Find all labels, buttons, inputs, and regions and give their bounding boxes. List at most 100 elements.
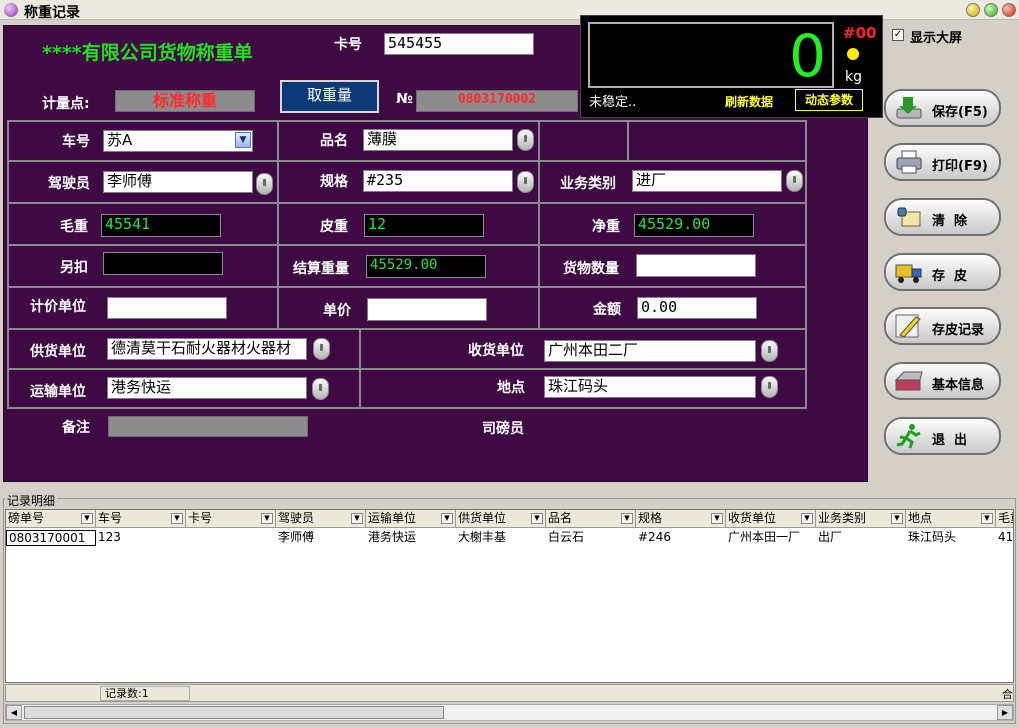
column-header-label: 业务类别 <box>818 511 867 525</box>
clear-button[interactable]: 清 除 <box>884 198 1001 236</box>
lookup-mouse-icon[interactable] <box>761 340 778 362</box>
remark-input[interactable] <box>108 416 308 437</box>
table-cell[interactable]: #246 <box>636 530 726 546</box>
column-header[interactable]: 卡号 ▼ <box>186 510 276 528</box>
tare-weight-field: 12 <box>364 214 484 237</box>
lookup-mouse-icon[interactable] <box>517 129 534 151</box>
biz-type-input[interactable]: 进厂 <box>632 170 782 192</box>
get-weight-button[interactable]: 取重量 <box>280 80 379 113</box>
table-cell[interactable]: 李师傅 <box>276 530 366 546</box>
row-divider <box>7 286 807 288</box>
weight-lcd: 0 <box>588 22 834 90</box>
table-cell[interactable]: 出厂 <box>816 530 906 546</box>
qty-label: 货物数量 <box>563 261 619 277</box>
filter-dropdown-icon[interactable]: ▼ <box>81 513 93 524</box>
database-icon <box>894 371 923 391</box>
basic-info-button[interactable]: 基本信息 <box>884 362 1001 400</box>
tare-records-button[interactable]: 存皮记录 <box>884 307 1001 345</box>
store-tare-button-label: 存 皮 <box>932 269 968 284</box>
scroll-left-icon[interactable]: ◀ <box>6 705 22 720</box>
lookup-mouse-icon[interactable] <box>313 338 330 360</box>
store-tare-button[interactable]: 存 皮 <box>884 253 1001 291</box>
location-input[interactable]: 珠江码头 <box>544 376 756 398</box>
column-header[interactable]: 磅单号 ▼ <box>6 510 96 528</box>
filter-dropdown-icon[interactable]: ▼ <box>711 513 723 524</box>
minimize-button[interactable] <box>966 3 980 17</box>
column-header[interactable]: 业务类别 ▼ <box>816 510 906 528</box>
table-cell[interactable]: 大榭丰基 <box>456 530 546 546</box>
records-footer: 记录数:1 合 <box>5 684 1014 702</box>
exit-button[interactable]: 退 出 <box>884 417 1001 455</box>
receiver-input[interactable]: 广州本田二厂 <box>544 340 756 362</box>
column-header[interactable]: 规格 ▼ <box>636 510 726 528</box>
filter-dropdown-icon[interactable]: ▼ <box>351 513 363 524</box>
exit-button-label: 退 出 <box>932 433 968 448</box>
lookup-mouse-icon[interactable] <box>786 170 803 192</box>
lookup-mouse-icon[interactable] <box>517 171 534 193</box>
maximize-button[interactable] <box>984 3 998 17</box>
scrollbar-thumb[interactable] <box>24 706 444 719</box>
remark-label: 备注 <box>62 420 90 436</box>
spec-input[interactable]: #235 <box>363 170 513 192</box>
table-cell[interactable]: 0803170001 <box>6 530 96 546</box>
filter-dropdown-icon[interactable]: ▼ <box>891 513 903 524</box>
gross-weight-field: 45541 <box>101 214 221 237</box>
column-header[interactable]: 运输单位 ▼ <box>366 510 456 528</box>
table-cell[interactable]: 白云石 <box>546 530 636 546</box>
supplier-input[interactable]: 德清莫干石耐火器材火器材 <box>107 338 307 360</box>
settle-weight-field: 45529.00 <box>366 255 486 278</box>
filter-dropdown-icon[interactable]: ▼ <box>171 513 183 524</box>
scroll-right-icon[interactable]: ▶ <box>997 705 1013 720</box>
column-header[interactable]: 毛重 <box>996 510 1013 528</box>
filter-dropdown-icon[interactable]: ▼ <box>531 513 543 524</box>
qty-input[interactable] <box>636 254 756 277</box>
dynamic-params-button[interactable]: 动态参数 <box>795 89 863 111</box>
price-input[interactable] <box>367 298 487 321</box>
table-cell[interactable]: 珠江码头 <box>906 530 996 546</box>
row-divider <box>7 160 807 162</box>
plate-combo[interactable]: 苏A ▼ <box>103 130 253 152</box>
refresh-data-link[interactable]: 刷新数据 <box>725 93 773 110</box>
lookup-mouse-icon[interactable] <box>312 378 329 400</box>
tare-label: 皮重 <box>320 219 348 235</box>
receiver-label: 收货单位 <box>468 343 524 359</box>
pricing-unit-input[interactable] <box>107 297 227 319</box>
column-header[interactable]: 供货单位 ▼ <box>456 510 546 528</box>
table-cell[interactable]: 123 <box>96 530 186 546</box>
carrier-input[interactable]: 港务快运 <box>107 377 307 399</box>
lookup-mouse-icon[interactable] <box>761 376 778 398</box>
filter-dropdown-icon[interactable]: ▼ <box>981 513 993 524</box>
table-cell[interactable]: 41 <box>996 530 1013 546</box>
filter-dropdown-icon[interactable]: ▼ <box>441 513 453 524</box>
chevron-down-icon[interactable]: ▼ <box>235 132 251 148</box>
print-button[interactable]: 打印(F9) <box>884 143 1001 181</box>
table-cell[interactable]: 广州本田一厂 <box>726 530 816 546</box>
lookup-mouse-icon[interactable] <box>256 173 273 195</box>
column-header[interactable]: 品名 ▼ <box>546 510 636 528</box>
driver-label: 驾驶员 <box>48 176 90 192</box>
col-divider <box>359 328 361 409</box>
column-header[interactable]: 车号 ▼ <box>96 510 186 528</box>
product-input[interactable]: 薄膜 <box>363 129 513 151</box>
filter-dropdown-icon[interactable]: ▼ <box>801 513 813 524</box>
column-header[interactable]: 地点 ▼ <box>906 510 996 528</box>
horizontal-scrollbar[interactable]: ◀ ▶ <box>5 704 1014 721</box>
save-button[interactable]: 保存(F5) <box>884 89 1001 127</box>
card-number-input[interactable]: 545455 <box>384 33 534 55</box>
net-label: 净重 <box>592 219 620 235</box>
driver-input[interactable]: 李师傅 <box>103 171 253 193</box>
column-header-label: 驾驶员 <box>278 511 315 525</box>
filter-dropdown-icon[interactable]: ▼ <box>261 513 273 524</box>
column-header[interactable]: 收货单位 ▼ <box>726 510 816 528</box>
records-table[interactable]: 磅单号 ▼ 车号 ▼ 卡号 ▼ 驾驶员 ▼ 运输单位 ▼ 供货单位 ▼ 品名 ▼ 规格 ▼ 收货单位 ▼ 业务类别 ▼… <box>5 509 1014 683</box>
column-header-label: 品名 <box>548 511 573 525</box>
column-header[interactable]: 驾驶员 ▼ <box>276 510 366 528</box>
deduct-input[interactable] <box>103 252 223 275</box>
biz-type-label: 业务类别 <box>560 176 616 192</box>
table-cell[interactable]: 港务快运 <box>366 530 456 546</box>
big-screen-checkbox[interactable]: ✓ <box>892 29 904 41</box>
ticket-number: 0803170002 <box>416 90 578 112</box>
filter-dropdown-icon[interactable]: ▼ <box>621 513 633 524</box>
table-cell[interactable] <box>186 530 276 546</box>
close-button[interactable] <box>1002 3 1016 17</box>
